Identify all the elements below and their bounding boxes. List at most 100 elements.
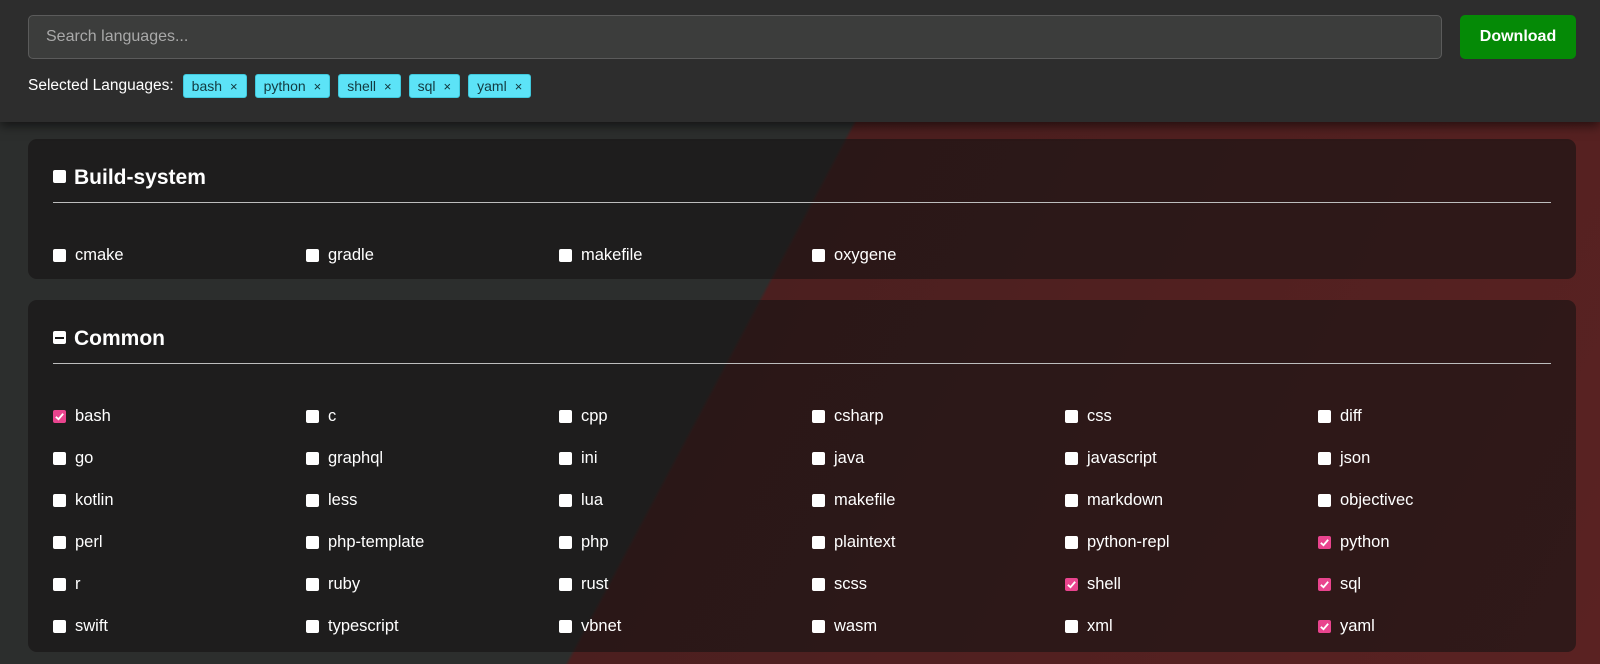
language-option[interactable]: swift <box>53 605 306 647</box>
language-option[interactable]: wasm <box>812 605 1065 647</box>
language-option[interactable]: r <box>53 563 306 605</box>
checkbox[interactable] <box>812 409 825 423</box>
language-tag: shell × <box>338 74 401 98</box>
checkbox[interactable] <box>559 535 572 549</box>
language-option[interactable]: scss <box>812 563 1065 605</box>
checkbox[interactable] <box>559 577 572 591</box>
language-option[interactable]: c <box>306 395 559 437</box>
language-option[interactable]: diff <box>1318 395 1571 437</box>
remove-tag-icon[interactable]: × <box>384 79 392 94</box>
language-option[interactable]: kotlin <box>53 479 306 521</box>
checkbox[interactable] <box>306 409 319 423</box>
language-option[interactable]: typescript <box>306 605 559 647</box>
language-option[interactable]: go <box>53 437 306 479</box>
language-option[interactable]: graphql <box>306 437 559 479</box>
language-option[interactable]: makefile <box>559 234 812 276</box>
language-option[interactable]: rust <box>559 563 812 605</box>
checkbox[interactable] <box>53 493 66 507</box>
checkbox[interactable] <box>53 619 66 633</box>
language-option[interactable]: less <box>306 479 559 521</box>
language-label: wasm <box>834 616 878 635</box>
download-button[interactable]: Download <box>1460 15 1576 59</box>
checkbox[interactable] <box>812 451 825 465</box>
language-option[interactable]: shell <box>1065 563 1318 605</box>
checked-checkbox[interactable] <box>1065 577 1078 591</box>
group-checkbox[interactable] <box>53 331 66 344</box>
language-option[interactable]: csharp <box>812 395 1065 437</box>
language-option[interactable]: css <box>1065 395 1318 437</box>
language-option[interactable]: vbnet <box>559 605 812 647</box>
language-label: r <box>75 574 81 593</box>
checkbox[interactable] <box>559 248 572 262</box>
remove-tag-icon[interactable]: × <box>314 79 322 94</box>
language-option[interactable]: php-template <box>306 521 559 563</box>
language-label: plaintext <box>834 532 896 551</box>
checkbox[interactable] <box>1065 535 1078 549</box>
checkbox[interactable] <box>53 535 66 549</box>
language-option[interactable]: cmake <box>53 234 306 276</box>
remove-tag-icon[interactable]: × <box>230 79 238 94</box>
language-option[interactable]: makefile <box>812 479 1065 521</box>
checkbox[interactable] <box>812 619 825 633</box>
checkbox[interactable] <box>306 248 319 262</box>
language-label: graphql <box>328 448 384 467</box>
language-option[interactable]: php <box>559 521 812 563</box>
language-option[interactable]: gradle <box>306 234 559 276</box>
language-option[interactable]: sql <box>1318 563 1571 605</box>
checked-checkbox[interactable] <box>1318 619 1331 633</box>
checkbox[interactable] <box>306 619 319 633</box>
checkbox[interactable] <box>559 409 572 423</box>
checkbox[interactable] <box>812 577 825 591</box>
checkbox[interactable] <box>559 493 572 507</box>
group-title: Build-system <box>74 166 206 189</box>
checkbox[interactable] <box>53 248 66 262</box>
language-option[interactable]: lua <box>559 479 812 521</box>
group-checkbox[interactable] <box>53 170 66 183</box>
language-option[interactable]: cpp <box>559 395 812 437</box>
checkbox[interactable] <box>1318 409 1331 423</box>
language-label: python-repl <box>1087 532 1170 551</box>
checkbox[interactable] <box>306 451 319 465</box>
remove-tag-icon[interactable]: × <box>515 79 523 94</box>
language-option[interactable]: javascript <box>1065 437 1318 479</box>
checked-checkbox[interactable] <box>1318 577 1331 591</box>
language-option[interactable]: json <box>1318 437 1571 479</box>
language-option[interactable]: oxygene <box>812 234 1065 276</box>
checkbox[interactable] <box>1318 493 1331 507</box>
checkbox[interactable] <box>1318 451 1331 465</box>
language-option[interactable]: java <box>812 437 1065 479</box>
language-option[interactable]: yaml <box>1318 605 1571 647</box>
remove-tag-icon[interactable]: × <box>444 79 452 94</box>
checkbox[interactable] <box>812 493 825 507</box>
language-option[interactable]: ruby <box>306 563 559 605</box>
language-label: oxygene <box>834 245 897 264</box>
checkbox[interactable] <box>812 248 825 262</box>
checked-checkbox[interactable] <box>53 409 66 423</box>
language-label: yaml <box>1340 616 1375 635</box>
checkbox[interactable] <box>1065 409 1078 423</box>
checkbox[interactable] <box>812 535 825 549</box>
language-option[interactable]: perl <box>53 521 306 563</box>
language-label: python <box>1340 532 1390 551</box>
checkbox[interactable] <box>306 577 319 591</box>
checkbox[interactable] <box>306 493 319 507</box>
group-common: Common bash c cpp csharp css diff go graphql ini… <box>28 300 1576 652</box>
checkbox[interactable] <box>53 451 66 465</box>
language-option[interactable]: xml <box>1065 605 1318 647</box>
language-option[interactable]: python <box>1318 521 1571 563</box>
checkbox[interactable] <box>53 577 66 591</box>
checkbox[interactable] <box>1065 619 1078 633</box>
language-option[interactable]: markdown <box>1065 479 1318 521</box>
checkbox[interactable] <box>1065 493 1078 507</box>
search-input[interactable] <box>28 15 1442 59</box>
language-option[interactable]: ini <box>559 437 812 479</box>
language-option[interactable]: bash <box>53 395 306 437</box>
language-option[interactable]: objectivec <box>1318 479 1571 521</box>
checkbox[interactable] <box>559 619 572 633</box>
checkbox[interactable] <box>559 451 572 465</box>
language-option[interactable]: plaintext <box>812 521 1065 563</box>
language-option[interactable]: python-repl <box>1065 521 1318 563</box>
checkbox[interactable] <box>306 535 319 549</box>
checked-checkbox[interactable] <box>1318 535 1331 549</box>
checkbox[interactable] <box>1065 451 1078 465</box>
